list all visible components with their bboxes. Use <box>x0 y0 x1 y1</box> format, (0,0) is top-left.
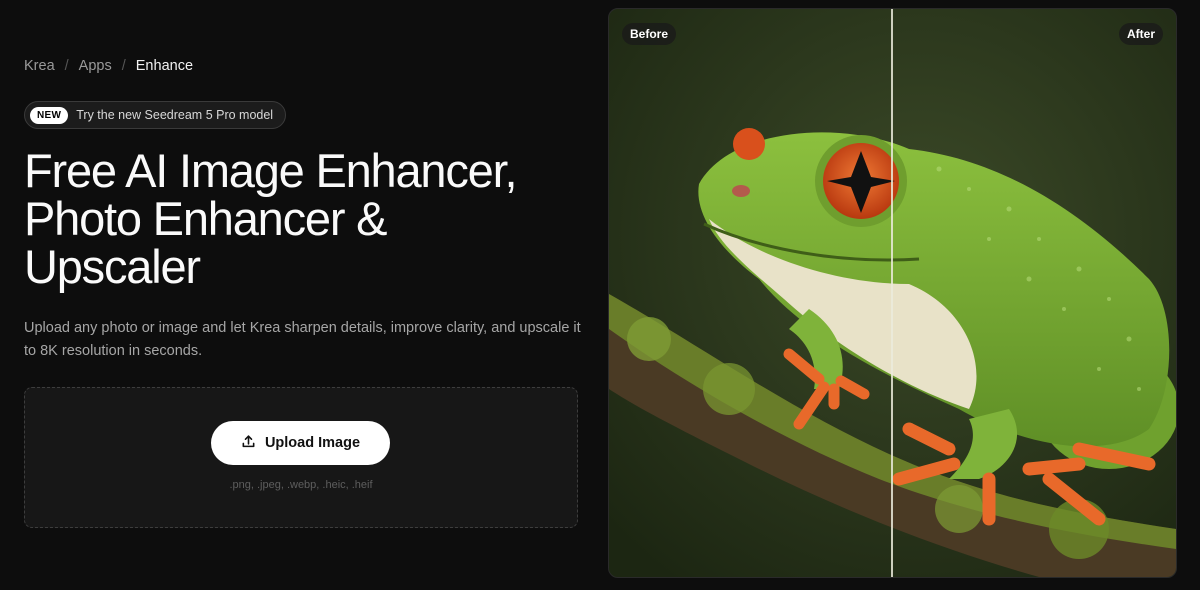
promo-text: Try the new Seedream 5 Pro model <box>76 108 274 122</box>
before-after-comparison[interactable]: Before After <box>608 8 1177 578</box>
title-line-1: Free AI Image Enhancer, <box>24 144 518 197</box>
page-title: Free AI Image Enhancer, Photo Enhancer &… <box>24 147 584 291</box>
upload-button-label: Upload Image <box>264 435 361 451</box>
upload-icon <box>241 434 256 453</box>
breadcrumb-separator: / <box>64 58 69 74</box>
supported-formats: .png, .jpeg, .webp, .heic, .heif <box>229 479 373 491</box>
after-label: After <box>1118 23 1163 45</box>
upload-image-button[interactable]: Upload Image <box>211 421 390 465</box>
breadcrumb-separator: / <box>121 58 126 74</box>
before-label: Before <box>622 23 677 45</box>
title-line-2: Photo Enhancer & <box>24 192 387 245</box>
breadcrumb-item-enhance: Enhance <box>135 58 194 74</box>
breadcrumb: Krea / Apps / Enhance <box>24 58 193 74</box>
title-line-3: Upscaler <box>24 240 201 293</box>
upload-dropzone[interactable]: Upload Image .png, .jpeg, .webp, .heic, … <box>24 387 578 528</box>
breadcrumb-item-krea[interactable]: Krea <box>24 58 55 74</box>
breadcrumb-item-apps[interactable]: Apps <box>79 58 112 74</box>
promo-pill[interactable]: NEW Try the new Seedream 5 Pro model <box>24 101 287 129</box>
new-badge: NEW <box>30 106 69 124</box>
comparison-slider-handle[interactable] <box>891 9 893 577</box>
page-description: Upload any photo or image and let Krea s… <box>24 320 581 359</box>
